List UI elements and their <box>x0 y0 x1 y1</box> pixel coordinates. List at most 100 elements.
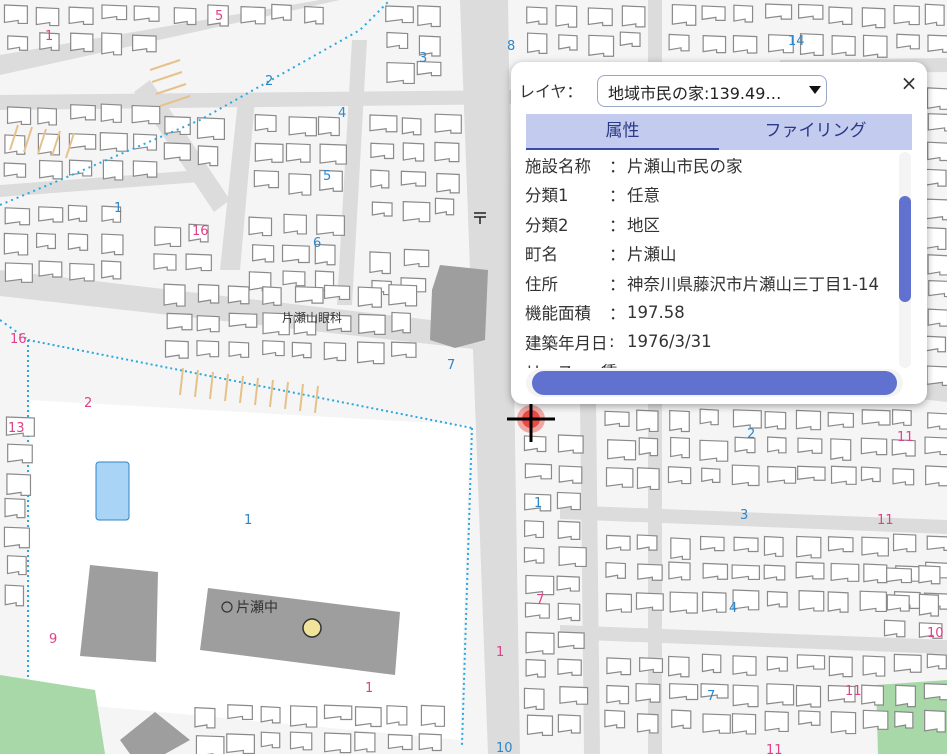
building-footprint <box>925 465 947 487</box>
vertical-scrollbar-thumb[interactable] <box>899 196 911 302</box>
block-number-label: 1 <box>365 681 373 696</box>
building-footprint <box>6 473 32 496</box>
building-footprint <box>635 682 661 703</box>
building-footprint <box>767 436 787 454</box>
building-footprint <box>555 4 578 28</box>
building-footprint <box>671 3 697 26</box>
block-number-label: 1 <box>534 496 542 511</box>
attribute-separator: ： <box>609 274 626 294</box>
building-footprint <box>4 584 25 607</box>
building-footprint <box>101 233 124 256</box>
tab-attributes[interactable]: 属性 <box>526 114 719 150</box>
building-footprint <box>668 33 690 52</box>
attribute-key: 建築年月日 <box>525 333 608 353</box>
building-footprint <box>289 705 318 728</box>
building-footprint <box>797 437 823 454</box>
building-footprint <box>859 590 888 613</box>
building-footprint <box>701 653 722 674</box>
block-number-label: 11 <box>845 684 862 699</box>
building-footprint <box>557 434 584 454</box>
building-footprint <box>606 657 632 676</box>
building-footprint <box>764 710 789 733</box>
block-number-label: 7 <box>536 593 544 608</box>
building-footprint <box>668 561 691 581</box>
building-footprint <box>401 117 422 136</box>
attribute-key: 住所 <box>525 274 558 294</box>
building-footprint <box>830 711 857 735</box>
building-footprint <box>669 409 690 433</box>
tab-filing[interactable]: ファイリング <box>719 114 912 150</box>
building-footprint <box>927 254 947 276</box>
building-footprint <box>164 339 189 359</box>
horizontal-scrollbar-thumb[interactable] <box>532 371 897 395</box>
building-footprint <box>927 308 947 327</box>
layer-select-value: 地域市民の家:139.49… <box>608 84 782 103</box>
building-footprint <box>766 590 788 608</box>
building-footprint <box>732 684 759 708</box>
building-footprint <box>557 714 581 734</box>
building-footprint <box>4 262 33 283</box>
building-footprint <box>764 410 787 430</box>
building-footprint <box>668 655 690 678</box>
building-footprint <box>133 133 158 151</box>
attribute-row: 町名 ：片瀬山 <box>525 239 897 269</box>
building-footprint <box>3 162 27 178</box>
building-footprint <box>386 31 409 50</box>
building-footprint <box>304 5 324 25</box>
building-footprint <box>925 168 947 187</box>
building-footprint <box>434 113 462 134</box>
building-footprint <box>386 61 415 85</box>
attribute-key: 機能面積 <box>525 304 591 324</box>
attribute-separator: ： <box>609 245 626 265</box>
building-footprint <box>195 735 225 754</box>
block-number-label: 5 <box>323 169 331 184</box>
building-footprint <box>402 142 425 162</box>
building-footprint <box>39 159 63 180</box>
building-footprint <box>387 733 413 751</box>
building-footprint <box>702 34 727 54</box>
building-footprint <box>893 4 920 26</box>
building-footprint <box>154 226 182 248</box>
block-number-label: 6 <box>313 236 321 251</box>
building-footprint <box>556 575 580 592</box>
building-footprint <box>271 3 292 21</box>
building-footprint <box>4 207 31 226</box>
building-footprint <box>196 340 220 358</box>
building-footprint <box>667 466 692 485</box>
building-footprint <box>523 547 545 564</box>
layer-select[interactable]: 地域市民の家:139.49… <box>597 75 827 107</box>
building-footprint <box>228 312 258 328</box>
attribute-separator: ： <box>609 304 626 324</box>
building-footprint <box>637 563 663 581</box>
popup-tabs: 属性 ファイリング <box>526 114 912 150</box>
building-footprint <box>702 562 729 580</box>
building-footprint <box>796 654 826 670</box>
block-number-label: 3 <box>740 508 748 523</box>
building-footprint <box>240 5 266 25</box>
building-footprint <box>926 365 947 386</box>
building-footprint <box>227 285 250 305</box>
building-footprint <box>861 684 885 706</box>
building-footprint <box>733 536 759 553</box>
attribute-row: 分類1 ：任意 <box>525 180 897 210</box>
building-footprint <box>526 714 554 736</box>
building-footprint <box>163 142 191 161</box>
building-footprint <box>70 32 94 53</box>
building-footprint <box>861 536 889 557</box>
building-footprint <box>67 233 89 251</box>
building-footprint <box>619 31 641 47</box>
facility-marker-icon[interactable] <box>302 618 322 638</box>
building-footprint <box>6 106 32 126</box>
building-footprint <box>228 341 250 358</box>
building-footprint <box>588 34 615 57</box>
block-number-label: 4 <box>338 106 346 121</box>
building-footprint <box>38 206 64 223</box>
close-button[interactable]: × <box>899 72 919 94</box>
building-footprint <box>101 4 128 21</box>
building-footprint <box>669 683 699 701</box>
building-footprint <box>131 104 161 125</box>
building-footprint <box>525 631 555 655</box>
attribute-value: 片瀬山市民の家 <box>627 156 743 176</box>
building-footprint <box>763 564 786 581</box>
attribute-row: 建築年月日:1976/3/31 <box>525 327 897 357</box>
